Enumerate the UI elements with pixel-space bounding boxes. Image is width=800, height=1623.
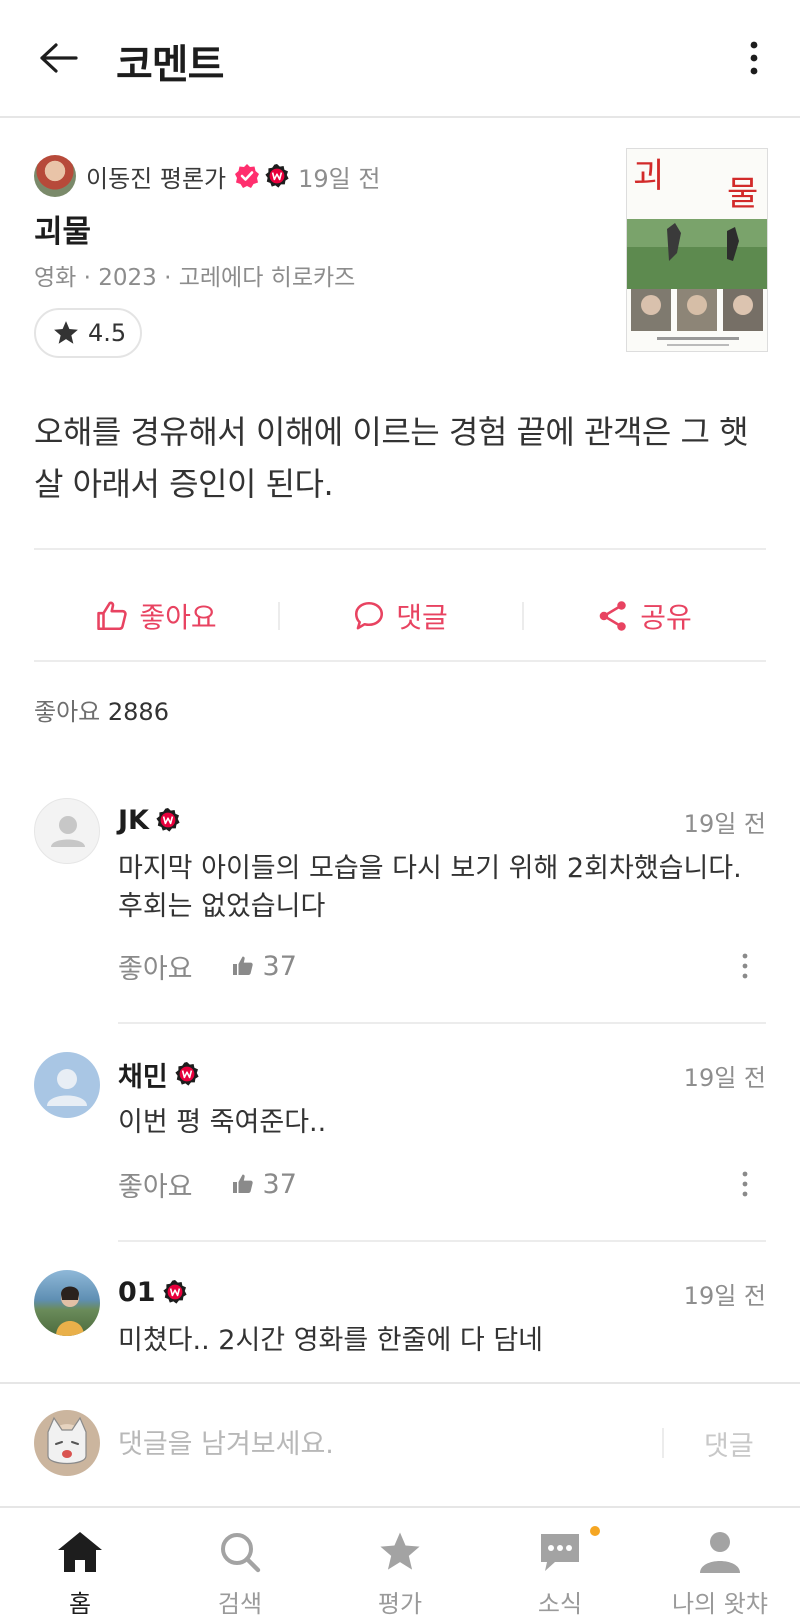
nav-label: 나의 왓챠 [672,1590,768,1618]
thumbs-up-icon [232,1174,253,1193]
comment-divider [118,1240,766,1242]
comment-more-button[interactable] [740,950,750,982]
more-options-button[interactable] [744,36,764,80]
avatar[interactable] [34,798,100,864]
home-icon [58,1532,102,1572]
watcha-badge-icon [175,1062,199,1086]
kebab-menu-icon [742,953,748,979]
arrow-left-icon [40,43,78,73]
poster-title-2: 물 [727,174,758,214]
comment-input-bar: 댓글 [0,1382,800,1506]
comment-author[interactable]: JK [118,805,149,836]
comment-author[interactable]: 01 [118,1277,156,1308]
author-name[interactable]: 이동진 평론가 [86,159,226,194]
verified-badge-icon [235,164,260,188]
comment-text: 미쳤다.. 2시간 영화를 한줄에 다 담네 [118,1325,544,1356]
nav-rate[interactable]: 평가 [320,1508,480,1623]
divider [34,548,766,550]
my-avatar[interactable] [34,1410,100,1476]
comment-time: 19일 전 [683,1064,766,1092]
nav-label: 소식 [537,1590,583,1618]
nav-label: 홈 [68,1590,92,1618]
page-title: 코멘트 [116,42,224,88]
review-actions: 좋아요 댓글 공유 [34,570,766,662]
comment-author-row[interactable]: 채민 [118,1055,200,1094]
comment-item: JK 19일 전 마지막 아이들의 모습을 다시 보기 위해 2회차했습니다. … [34,798,766,998]
divider [34,660,766,662]
chat-icon [541,1534,579,1571]
comment-item: 01 19일 전 미쳤다.. 2시간 영화를 한줄에 다 담네 [34,1270,766,1380]
comment-author-row[interactable]: JK [118,802,181,838]
like-label: 좋아요 [139,601,217,634]
movie-poster[interactable]: 괴 물 [626,148,768,352]
default-avatar-icon [47,1069,87,1106]
avatar[interactable] [34,1270,100,1336]
star-icon [380,1532,420,1570]
avatar[interactable] [34,155,76,197]
share-label: 공유 [640,601,692,634]
profile-photo [56,1286,84,1336]
comment-like-button[interactable]: 좋아요 [118,1165,193,1204]
share-icon [599,601,626,631]
review-author-row[interactable]: 이동진 평론가 19일 전 [34,154,380,198]
nav-news[interactable]: 소식 [480,1508,640,1623]
comment-footer: 좋아요 37 [118,1164,297,1204]
comment-item: 채민 19일 전 이번 평 죽여준다.. 좋아요 37 [34,1052,766,1212]
person-icon [700,1532,740,1573]
comment-text: 이번 평 죽여준다.. [118,1107,327,1138]
comment-like-count: 37 [262,950,297,982]
poster-title-1: 괴 [633,156,664,196]
like-button[interactable]: 좋아요 [34,570,278,662]
thumbs-up-icon [232,956,253,975]
review-text: 오해를 경유해서 이해에 이르는 경험 끝에 관객은 그 햇살 아래서 증인이 … [34,413,749,503]
comment-author[interactable]: 채민 [118,1055,168,1094]
submit-comment-button[interactable]: 댓글 [704,1424,754,1463]
input-divider [662,1428,664,1458]
kebab-menu-icon [742,1171,748,1197]
comment-footer: 좋아요 37 [118,946,297,986]
avatar[interactable] [34,1052,100,1118]
back-button[interactable] [36,36,80,80]
watcha-badge-icon [156,808,180,832]
comment-input[interactable] [118,1420,638,1468]
nav-my-watcha[interactable]: 나의 왓챠 [640,1508,800,1623]
movie-title[interactable]: 괴물 [34,206,91,251]
rating-badge: 4.5 [34,308,142,358]
kebab-menu-icon [750,41,758,75]
likes-label: 좋아요 [34,698,101,726]
comment-label: 댓글 [396,601,448,634]
watcha-badge-icon [162,1280,187,1304]
comment-like-button[interactable]: 좋아요 [118,947,193,986]
star-icon [54,321,78,344]
comment-like-count: 37 [262,1168,297,1200]
thumbs-up-icon [97,601,128,631]
default-avatar-icon [51,816,85,847]
comment-text: 마지막 아이들의 모습을 다시 보기 위해 2회차했습니다. 후회는 없었습니다 [118,853,742,922]
nav-home[interactable]: 홈 [0,1508,160,1623]
app-header: 코멘트 [0,0,800,118]
nav-label: 검색 [217,1590,263,1618]
rating-value: 4.5 [88,319,127,347]
notification-dot [590,1526,600,1536]
share-button[interactable]: 공유 [522,570,766,662]
review-time: 19일 전 [298,164,381,193]
likes-count[interactable]: 좋아요 2886 [34,692,169,727]
nav-label: 평가 [377,1590,423,1618]
comment-time: 19일 전 [683,810,766,838]
search-icon [221,1533,261,1573]
likes-number: 2886 [107,698,169,726]
comment-divider [118,1022,766,1024]
nav-search[interactable]: 검색 [160,1508,320,1623]
comment-time: 19일 전 [683,1282,766,1310]
poster-image: 괴 물 [627,149,767,351]
watcha-badge-icon [265,164,289,188]
comment-author-row[interactable]: 01 [118,1274,188,1310]
movie-meta: 영화 · 2023 · 고레에다 히로카즈 [34,265,356,291]
speech-bubble-icon [355,601,384,630]
comment-button[interactable]: 댓글 [278,570,522,662]
profile-photo [47,1416,87,1465]
bottom-nav: 홈 검색 평가 소식 나의 왓챠 [0,1506,800,1623]
comment-more-button[interactable] [740,1168,750,1200]
